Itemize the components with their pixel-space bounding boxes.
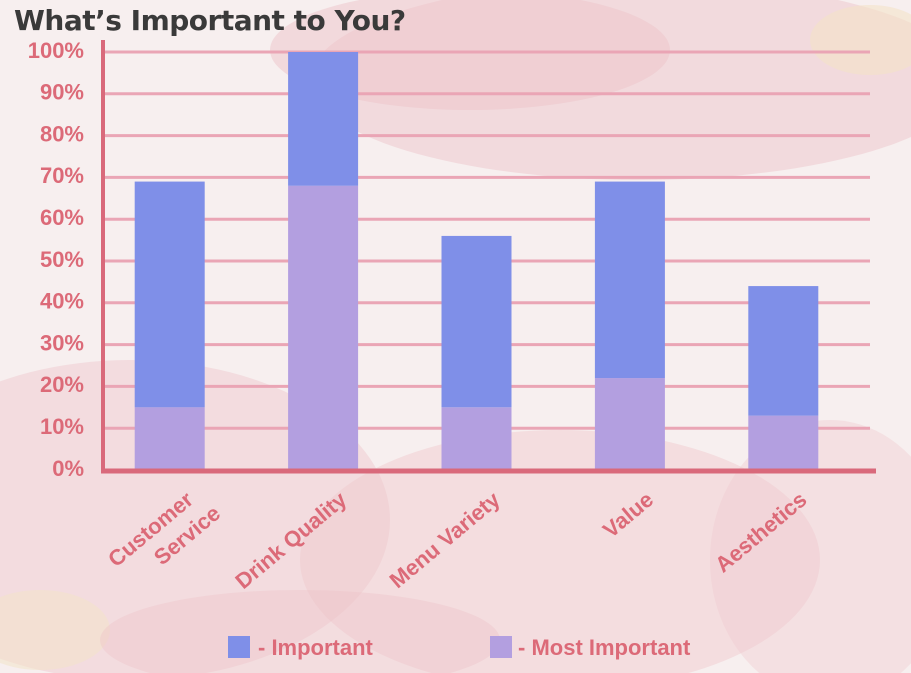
bar-segment — [441, 235, 512, 408]
x-tick-label: Menu Variety — [385, 486, 506, 593]
y-tick-label: 20% — [40, 372, 84, 397]
legend-swatch-important — [228, 636, 250, 658]
x-tick-label: CustomerService — [103, 479, 225, 593]
bar-segment — [288, 52, 359, 186]
x-tick-label: Value — [598, 487, 658, 543]
x-tick-label: Drink Quality — [230, 486, 352, 594]
y-tick-label: 100% — [28, 38, 84, 63]
legend-swatch-most-important — [490, 636, 512, 658]
y-tick-label: 10% — [40, 414, 84, 439]
legend-label-important: - Important — [258, 635, 374, 660]
y-tick-label: 0% — [52, 456, 84, 481]
bar-segment — [594, 378, 665, 470]
bar-segment — [748, 286, 819, 416]
bar-segment — [288, 185, 359, 470]
x-tick-label: Aesthetics — [710, 487, 811, 578]
stacked-bar-chart: 0% 10% 20% 30% 40% 50% 60% 70% 80% 90% 100% Custome… — [28, 38, 876, 660]
bar-segment — [748, 415, 819, 470]
y-tick-label: 80% — [40, 121, 84, 146]
bar-segment — [134, 407, 205, 470]
bar-segment — [134, 181, 205, 408]
y-tick-label: 30% — [40, 330, 84, 355]
y-tick-label: 90% — [40, 80, 84, 105]
bar-segment — [594, 181, 665, 379]
y-tick-label: 60% — [40, 205, 84, 230]
y-tick-label: 40% — [40, 289, 84, 314]
y-tick-label: 50% — [40, 247, 84, 272]
legend-label-most-important: - Most Important — [518, 635, 691, 660]
y-tick-label: 70% — [40, 163, 84, 188]
bar-segment — [441, 407, 512, 470]
